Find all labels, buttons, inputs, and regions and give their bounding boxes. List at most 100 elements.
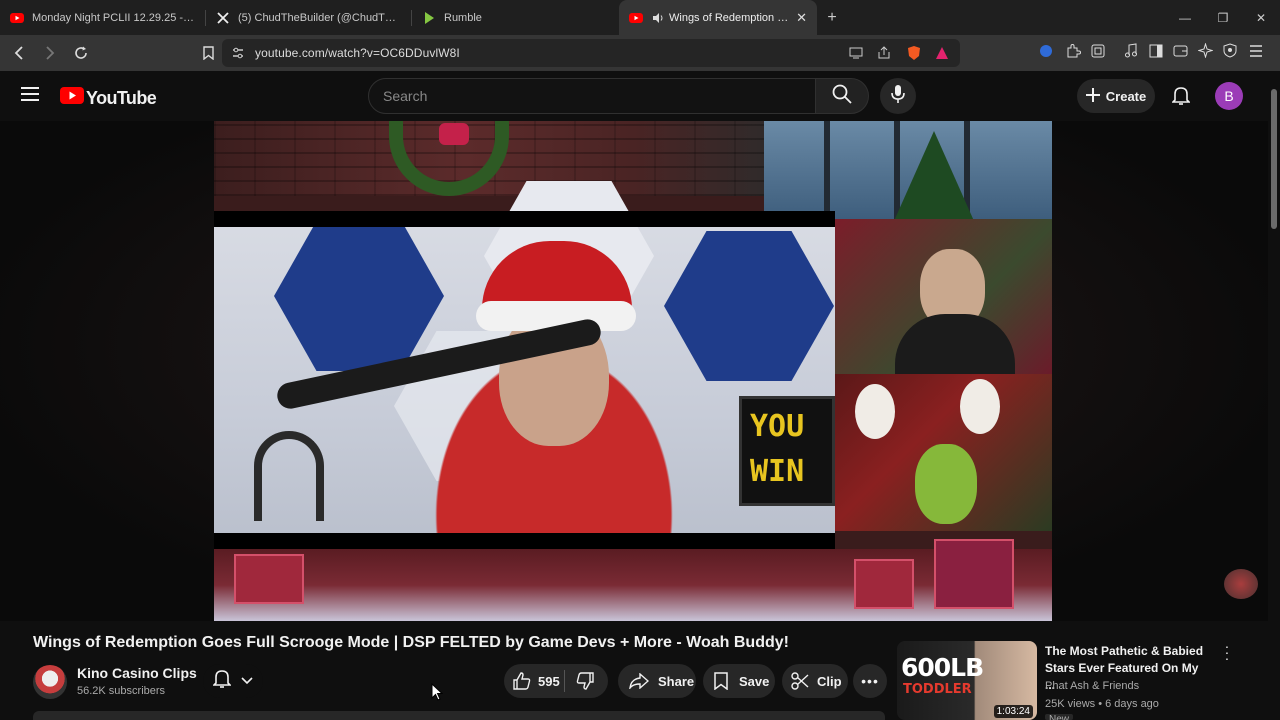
extensions-area [1038,35,1263,71]
window-controls: — ❐ ✕ [1166,0,1280,35]
tab-title: (5) ChudTheBuilder (@ChudTheBuild [238,11,401,24]
microphone-icon [891,84,905,109]
browser-toolbar: youtube.com/watch?v=OC6DDuvlW8I [0,35,1280,71]
notifications-bell-icon[interactable] [1171,86,1191,111]
site-settings-icon[interactable] [231,46,245,65]
avatar-letter: B [1224,88,1234,104]
browser-tab-1[interactable]: Monday Night PCLII 12.29.25 - Perry [0,0,205,35]
tab-title: Monday Night PCLII 12.29.25 - Perry [32,11,195,24]
save-label: Save [739,673,770,689]
address-bar[interactable]: youtube.com/watch?v=OC6DDuvlW8I [222,39,960,67]
minimize-icon[interactable]: — [1166,0,1204,35]
like-button[interactable]: 595 [504,672,564,690]
hamburger-menu-icon[interactable] [21,87,39,106]
url-text: youtube.com/watch?v=OC6DDuvlW8I [255,46,460,60]
restore-icon[interactable]: ❐ [1204,0,1242,35]
video-duration: 1:03:24 [993,705,1033,718]
save-bookmark-icon [714,672,728,690]
main-webcam-panel: YOU WIN [214,181,835,551]
youtube-play-icon [60,87,84,109]
more-horizontal-icon: ••• [861,673,879,689]
save-button[interactable]: Save [703,664,775,698]
more-actions-button[interactable]: ••• [853,664,887,698]
subscription-notifications-button[interactable] [203,664,263,698]
close-window-icon[interactable]: ✕ [1242,0,1280,35]
search-input[interactable]: Search [368,78,816,114]
sign-line-2: WIN [750,454,805,489]
video-title: Wings of Redemption Goes Full Scrooge Mo… [33,634,789,651]
leo-ai-icon[interactable] [1197,42,1214,63]
video-player[interactable]: YOU WIN [0,121,1268,621]
sign-line-1: YOU [750,409,805,444]
subscriber-count: 56.2K subscribers [77,685,166,697]
headphones-stand [254,431,324,521]
recommended-more-icon[interactable]: · · · [1220,639,1234,665]
browser-tab-4-active[interactable]: Wings of Redemption Goes F ✕ [619,0,817,35]
like-dislike-group: 595 [504,664,608,698]
browser-menu-icon[interactable] [1249,44,1263,62]
guest-webcam-2 [835,374,1052,531]
bell-icon [212,669,232,694]
description-box-edge[interactable] [33,711,885,720]
video-frame[interactable]: YOU WIN [214,121,1052,621]
media-playlist-icon[interactable] [1123,42,1139,64]
brave-rewards-icon[interactable] [935,46,949,65]
youtube-icon [629,11,643,25]
thumbnail-text-big: 600LB [901,653,984,682]
extensions-puzzle-icon[interactable] [1065,43,1081,64]
channel-watermark-icon[interactable] [1224,569,1258,599]
cast-icon[interactable] [849,46,863,65]
thumbnail-text-small: TODDLER [903,682,972,697]
voice-search-button[interactable] [880,78,916,114]
channel-name[interactable]: Kino Casino Clips [77,665,197,681]
wallet-icon[interactable] [1173,44,1188,63]
guest-webcam-1 [835,219,1052,374]
reload-button[interactable] [68,39,93,67]
brave-shields-icon[interactable] [907,45,921,66]
new-badge: New [1045,714,1074,720]
browser-tab-3[interactable]: Rumble [412,0,617,35]
browser-tab-2[interactable]: (5) ChudTheBuilder (@ChudTheBuild [206,0,411,35]
youtube-logo[interactable]: YouTube [60,87,157,109]
share-page-icon[interactable] [877,46,891,65]
audio-playing-icon[interactable] [651,11,665,25]
scissors-icon [791,672,809,690]
tab-title: Wings of Redemption Goes F [669,11,790,24]
vpn-shield-icon[interactable] [1223,43,1237,63]
share-label: Share [658,673,695,689]
grinch-figure [915,444,977,524]
extension-2-icon[interactable] [1091,44,1105,63]
create-label: Create [1105,88,1147,104]
recommended-video-thumbnail[interactable]: 600LB TODDLER 1:03:24 [897,641,1037,720]
close-tab-icon[interactable]: ✕ [796,10,807,26]
forward-button[interactable] [37,39,62,67]
create-button[interactable]: Create [1077,79,1155,113]
clip-label: Clip [817,673,842,689]
tab-title: Rumble [444,11,482,24]
youtube-logo-text: YouTube [86,87,157,108]
search-placeholder: Search [383,88,428,104]
dislike-button[interactable] [565,672,594,690]
x-icon [216,11,230,25]
account-avatar[interactable]: B [1215,82,1243,110]
recommended-meta: 25K views • 6 days ago [1045,698,1159,710]
bookmark-icon[interactable] [196,39,221,67]
plus-icon [1085,87,1100,105]
clip-button[interactable]: Clip [782,664,848,698]
wreath-bow [439,123,469,145]
extension-1-icon[interactable] [1038,43,1054,64]
thumbs-down-icon [576,672,594,690]
youtube-icon [10,11,24,25]
sidebar-toggle-icon[interactable] [1149,44,1163,63]
gift-floor [214,539,1052,621]
search-button[interactable] [815,78,869,114]
new-tab-button[interactable]: + [817,0,847,35]
recommended-channel[interactable]: Phat Ash & Friends [1045,680,1139,692]
youtube-header: YouTube Search Create B [0,71,1280,121]
share-arrow-icon [629,673,649,689]
scrollbar-thumb[interactable] [1271,89,1277,229]
page-scrollbar[interactable] [1268,71,1280,720]
back-button[interactable] [6,39,31,67]
share-button[interactable]: Share [618,664,696,698]
channel-avatar[interactable] [33,665,67,699]
